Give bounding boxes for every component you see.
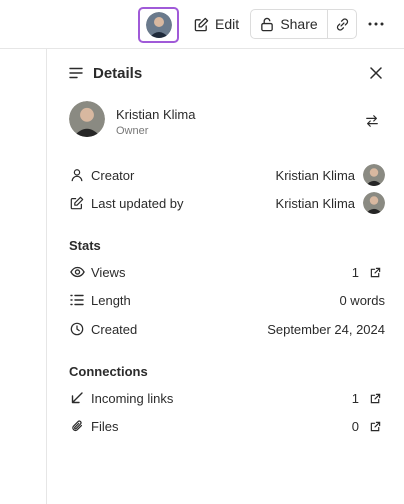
- creator-label: Creator: [91, 167, 135, 183]
- owner-role: Owner: [116, 125, 149, 137]
- length-label: Length: [91, 292, 131, 308]
- arrow-down-left-icon: [69, 390, 85, 406]
- swap-arrows-icon: [366, 115, 378, 127]
- created-value: September 24, 2024: [267, 321, 385, 337]
- current-user-avatar-button[interactable]: [138, 7, 179, 43]
- last-updated-avatar: [363, 192, 385, 214]
- owner-section: Kristian Klima Owner: [69, 101, 385, 139]
- lock-open-icon: [261, 17, 274, 31]
- stats-heading: Stats: [69, 238, 101, 253]
- share-button-group: Share: [250, 9, 357, 39]
- connections-heading: Connections: [69, 364, 148, 379]
- creator-row: Creator Kristian Klima: [69, 163, 385, 187]
- creator-value[interactable]: Kristian Klima: [276, 168, 355, 183]
- details-header: Details: [69, 63, 385, 83]
- eye-icon: [69, 264, 85, 280]
- files-value: 0: [351, 418, 359, 434]
- owner-avatar: [69, 101, 105, 137]
- views-value: 1: [351, 264, 359, 280]
- length-row: Length 0 words: [69, 288, 385, 312]
- views-row: Views 1: [69, 260, 385, 284]
- last-updated-label: Last updated by: [91, 195, 184, 211]
- owner-name: Kristian Klima: [116, 107, 196, 122]
- edit-label: Edit: [215, 16, 240, 32]
- length-value: 0 words: [339, 292, 385, 308]
- external-link-icon[interactable]: [367, 418, 383, 434]
- last-updated-value[interactable]: Kristian Klima: [276, 196, 355, 211]
- copy-link-button[interactable]: [328, 10, 356, 38]
- user-icon: [69, 167, 85, 183]
- share-button[interactable]: Share: [251, 10, 328, 38]
- paperclip-icon: [69, 418, 85, 434]
- files-label: Files: [91, 418, 119, 434]
- external-link-icon[interactable]: [367, 390, 383, 406]
- close-icon: [370, 67, 382, 79]
- edit-button[interactable]: Edit: [190, 10, 243, 38]
- edit-icon: [69, 195, 85, 211]
- avatar: [145, 12, 172, 38]
- details-panel: Details Kristian Klima Owner Creator Kri…: [46, 49, 404, 504]
- incoming-links-label: Incoming links: [91, 390, 174, 406]
- incoming-links-value: 1: [351, 390, 359, 406]
- creator-avatar: [363, 164, 385, 186]
- top-toolbar: Edit Share: [0, 0, 404, 49]
- share-label: Share: [280, 16, 318, 32]
- edit-icon: [194, 17, 209, 31]
- details-list-icon: [69, 67, 83, 79]
- details-title: Details: [93, 64, 143, 82]
- files-row: Files 0: [69, 414, 385, 438]
- link-icon: [336, 17, 348, 31]
- views-label: Views: [91, 264, 126, 280]
- external-link-icon[interactable]: [367, 264, 383, 280]
- close-details-button[interactable]: [367, 64, 385, 82]
- transfer-ownership-button[interactable]: [363, 112, 381, 130]
- more-options-button[interactable]: [364, 12, 388, 36]
- created-label: Created: [91, 321, 138, 337]
- list-icon: [69, 292, 85, 308]
- last-updated-row: Last updated by Kristian Klima: [69, 191, 385, 215]
- created-row: Created September 24, 2024: [69, 317, 385, 341]
- incoming-links-row: Incoming links 1: [69, 386, 385, 410]
- more-horizontal-icon: [368, 22, 384, 26]
- clock-icon: [69, 321, 85, 337]
